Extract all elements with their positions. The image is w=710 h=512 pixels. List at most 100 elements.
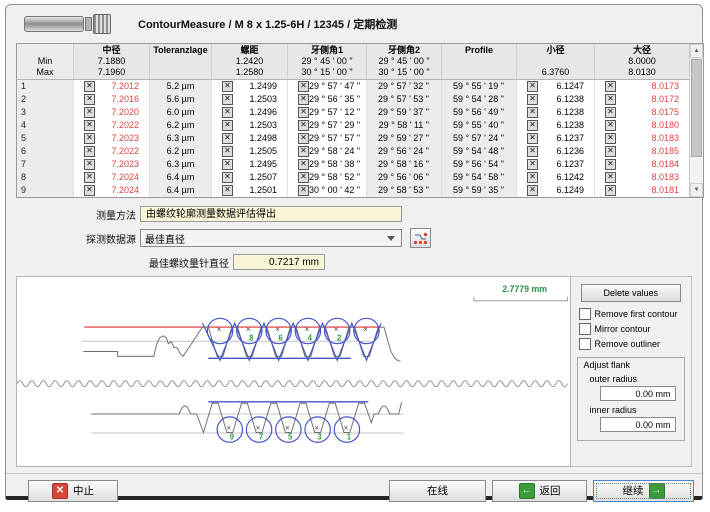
table-row[interactable]: 3✕7.20206.0 µm✕1.2496✕29 ° 57 ' 12 "29 °… — [17, 106, 689, 119]
checkbox-icon[interactable]: ✕ — [222, 107, 233, 118]
checkbox-icon[interactable]: ✕ — [298, 185, 309, 196]
chevron-down-icon — [387, 236, 395, 241]
table-row[interactable]: 4✕7.20226.2 µm✕1.2503✕29 ° 57 ' 29 "29 °… — [17, 119, 689, 132]
checkbox-icon[interactable]: ✕ — [605, 185, 616, 196]
profile-value: 59 ° 56 ' 54 " — [442, 158, 517, 171]
checkbox-icon[interactable]: ✕ — [84, 81, 95, 92]
checkbox-icon[interactable]: ✕ — [84, 159, 95, 170]
table-row[interactable]: 1✕7.20125.2 µm✕1.2499✕29 ° 57 ' 47 "29 °… — [17, 80, 689, 93]
profile-value: 59 ° 55 ' 40 " — [442, 119, 517, 132]
table-cell: ✕8.0184 — [595, 158, 689, 171]
scroll-down-icon[interactable]: ▼ — [690, 183, 703, 197]
cell-value: 1.2505 — [233, 145, 277, 158]
column-header-label: 大径 — [595, 45, 689, 56]
checkbox-icon[interactable]: ✕ — [222, 81, 233, 92]
checkbox-icon[interactable]: ✕ — [527, 94, 538, 105]
checkbox-box-icon[interactable] — [579, 323, 591, 335]
checkbox-icon[interactable]: ✕ — [222, 146, 233, 157]
checkbox-icon[interactable]: ✕ — [527, 146, 538, 157]
checkbox-label: Mirror contour — [595, 324, 651, 334]
back-button[interactable]: ← 返回 — [492, 480, 587, 502]
scroll-up-icon[interactable]: ▲ — [690, 44, 703, 58]
scale-bracket — [474, 297, 568, 301]
column-max-value: 6.3760 — [517, 67, 594, 78]
checkbox-icon[interactable]: ✕ — [222, 185, 233, 196]
checkbox-icon[interactable]: ✕ — [298, 120, 309, 131]
abort-label: 中止 — [73, 483, 94, 498]
checkbox-icon[interactable]: ✕ — [605, 107, 616, 118]
checkbox-icon[interactable]: ✕ — [222, 120, 233, 131]
checkbox-icon[interactable]: ✕ — [84, 120, 95, 131]
inner-radius-input[interactable]: 0.00 mm — [600, 417, 676, 432]
checkbox-box-icon[interactable] — [579, 308, 591, 320]
checkbox-icon[interactable]: ✕ — [605, 146, 616, 157]
outer-radius-input[interactable]: 0.00 mm — [600, 386, 676, 401]
table-cell: ✕7.2012 — [74, 80, 150, 93]
table-row[interactable]: 7✕7.20236.3 µm✕1.2495✕29 ° 58 ' 38 "29 °… — [17, 158, 689, 171]
probe-mark: × — [227, 424, 232, 433]
checkbox-icon[interactable]: ✕ — [298, 159, 309, 170]
continue-button[interactable]: 继续 → — [593, 480, 694, 502]
checkbox-icon[interactable]: ✕ — [84, 133, 95, 144]
checkbox-icon[interactable]: ✕ — [605, 120, 616, 131]
checkbox-icon[interactable]: ✕ — [298, 81, 309, 92]
checkbox-icon[interactable]: ✕ — [298, 107, 309, 118]
table-cell: ✕29 ° 57 ' 12 " — [288, 106, 367, 119]
delete-values-button[interactable]: Delete values — [581, 284, 681, 302]
checkbox-icon[interactable]: ✕ — [222, 172, 233, 183]
scroll-thumb[interactable] — [691, 59, 702, 157]
checkbox-icon[interactable]: ✕ — [527, 107, 538, 118]
checkbox-icon[interactable]: ✕ — [527, 159, 538, 170]
checkbox-icon[interactable]: ✕ — [605, 159, 616, 170]
online-label: 在线 — [427, 483, 448, 498]
checkbox-icon[interactable]: ✕ — [527, 120, 538, 131]
panel-checkbox-mirror-contour[interactable]: Mirror contour — [579, 323, 692, 335]
table-row[interactable]: 9✕7.20246.4 µm✕1.2501✕30 ° 00 ' 42 "29 °… — [17, 184, 689, 197]
checkbox-icon[interactable]: ✕ — [84, 185, 95, 196]
checkbox-box-icon[interactable] — [579, 338, 591, 350]
table-cell: ✕1.2498 — [212, 132, 288, 145]
checkbox-icon[interactable]: ✕ — [222, 159, 233, 170]
source-dropdown[interactable]: 最佳直径 — [140, 229, 402, 247]
checkbox-icon[interactable]: ✕ — [298, 172, 309, 183]
online-button[interactable]: 在线 — [389, 480, 486, 502]
table-row[interactable]: 5✕7.20236.3 µm✕1.2498✕29 ° 57 ' 57 "29 °… — [17, 132, 689, 145]
probe-points-button[interactable] — [410, 228, 431, 248]
checkbox-icon[interactable]: ✕ — [298, 94, 309, 105]
checkbox-icon[interactable]: ✕ — [605, 81, 616, 92]
checkbox-icon[interactable]: ✕ — [527, 133, 538, 144]
cell-value: 8.0173 — [616, 80, 679, 93]
checkbox-icon[interactable]: ✕ — [222, 94, 233, 105]
checkbox-icon[interactable]: ✕ — [84, 107, 95, 118]
checkbox-icon[interactable]: ✕ — [298, 133, 309, 144]
column-min-value: 29 ° 45 ' 00 " — [367, 56, 441, 67]
table-row[interactable]: 2✕7.20165.6 µm✕1.2503✕29 ° 56 ' 35 "29 °… — [17, 93, 689, 106]
table-cell: ✕1.2499 — [212, 80, 288, 93]
wire-field[interactable]: 0.7217 mm — [233, 254, 325, 270]
method-field[interactable]: 由螺纹轮廓测量数据评估得出 — [140, 206, 402, 222]
checkbox-icon[interactable]: ✕ — [298, 146, 309, 157]
measurement-table: MinMax中径7.18807.1960Toleranzlage螺距1.2420… — [16, 43, 704, 198]
panel-checkbox-remove-outliner[interactable]: Remove outliner — [579, 338, 692, 350]
checkbox-icon[interactable]: ✕ — [84, 94, 95, 105]
cell-value: 6.1237 — [538, 158, 584, 171]
table-row[interactable]: 6✕7.20226.2 µm✕1.2505✕29 ° 58 ' 24 "29 °… — [17, 145, 689, 158]
abort-button[interactable]: ✕ 中止 — [28, 480, 118, 502]
table-row[interactable]: 8✕7.20246.4 µm✕1.2507✕29 ° 58 ' 52 "29 °… — [17, 171, 689, 184]
checkbox-icon[interactable]: ✕ — [605, 133, 616, 144]
panel-checkbox-remove-first-contour[interactable]: Remove first contour — [579, 308, 692, 320]
checkbox-icon[interactable]: ✕ — [605, 172, 616, 183]
checkbox-icon[interactable]: ✕ — [222, 133, 233, 144]
cell-value: 29 ° 56 ' 35 " — [309, 93, 360, 106]
checkbox-icon[interactable]: ✕ — [84, 146, 95, 157]
checkbox-icon[interactable]: ✕ — [84, 172, 95, 183]
table-cell: ✕6.1237 — [517, 132, 595, 145]
checkbox-icon[interactable]: ✕ — [605, 94, 616, 105]
table-grid: MinMax中径7.18807.1960Toleranzlage螺距1.2420… — [17, 44, 689, 197]
checkbox-icon[interactable]: ✕ — [527, 81, 538, 92]
table-cell: ✕7.2022 — [74, 145, 150, 158]
checkbox-icon[interactable]: ✕ — [527, 185, 538, 196]
table-scrollbar[interactable]: ▲ ▼ — [689, 44, 703, 197]
table-cell: ✕29 ° 58 ' 24 " — [288, 145, 367, 158]
checkbox-icon[interactable]: ✕ — [527, 172, 538, 183]
